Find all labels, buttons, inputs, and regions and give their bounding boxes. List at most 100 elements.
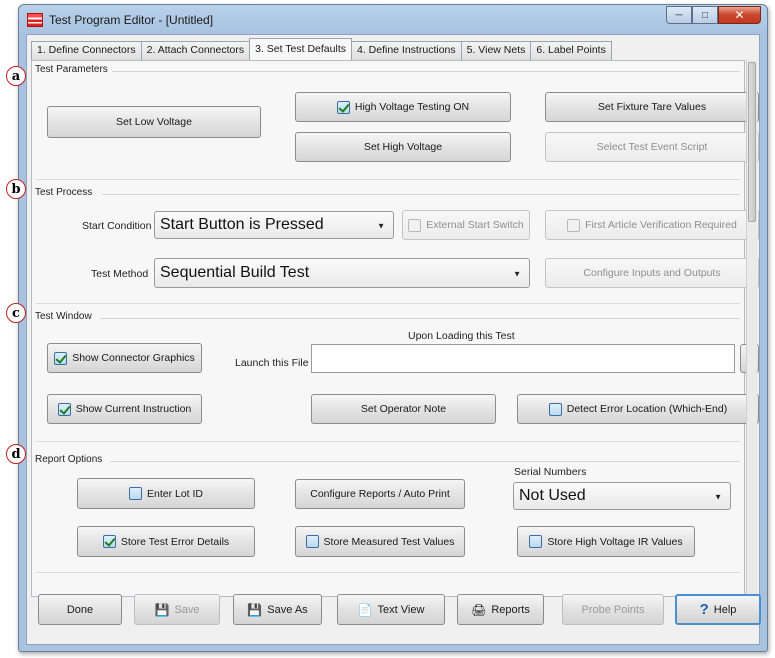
external-start-switch-label: External Start Switch xyxy=(426,219,524,231)
help-icon: ? xyxy=(699,601,709,618)
enter-lot-id-checkbox[interactable] xyxy=(128,487,142,500)
test-method-value: Sequential Build Test xyxy=(160,264,310,281)
tab-strip: 1. Define Connectors 2. Attach Connector… xyxy=(31,38,612,60)
set-test-defaults-panel: Test Parameters Set Low Voltage High Vol… xyxy=(31,60,759,597)
annotation-marker-d: d xyxy=(6,444,26,464)
save-icon: 💾 xyxy=(154,602,170,617)
store-test-error-details-button[interactable]: Store Test Error Details xyxy=(77,526,255,557)
reports-button[interactable]: 🖨 Reports xyxy=(457,594,544,625)
store-measured-test-values-label: Store Measured Test Values xyxy=(323,535,455,548)
start-condition-value: Start Button is Pressed xyxy=(160,216,324,233)
tab-view-nets[interactable]: 5. View Nets xyxy=(460,41,532,60)
start-condition-label: Start Condition xyxy=(82,220,152,232)
client-area: 1. Define Connectors 2. Attach Connector… xyxy=(26,34,760,645)
save-label: Save xyxy=(174,603,200,616)
app-icon xyxy=(27,13,43,27)
help-button[interactable]: ? Help xyxy=(675,594,761,625)
show-current-instruction-checkbox[interactable] xyxy=(57,402,71,416)
set-operator-note-button[interactable]: Set Operator Note xyxy=(311,394,496,424)
report-options-label: Report Options xyxy=(35,454,103,465)
annotation-marker-a: a xyxy=(6,66,26,86)
select-test-event-script-button[interactable]: Select Test Event Script xyxy=(545,132,759,162)
tab-set-test-defaults[interactable]: 3. Set Test Defaults xyxy=(249,38,352,60)
high-voltage-testing-checkbox[interactable] xyxy=(336,100,350,114)
done-button[interactable]: Done xyxy=(38,594,122,625)
group-separator xyxy=(35,572,740,573)
maximize-button[interactable]: □ xyxy=(692,6,718,24)
group-separator xyxy=(35,179,740,180)
maximize-icon: □ xyxy=(701,9,709,21)
store-measured-test-values-checkbox[interactable] xyxy=(305,535,319,548)
store-test-error-details-label: Store Test Error Details xyxy=(120,535,230,548)
show-current-instruction-button[interactable]: Show Current Instruction xyxy=(47,394,202,424)
configure-reports-button[interactable]: Configure Reports / Auto Print xyxy=(295,479,465,509)
test-process-label: Test Process xyxy=(35,187,93,198)
set-fixture-tare-button[interactable]: Set Fixture Tare Values xyxy=(545,92,759,122)
store-hv-ir-values-checkbox[interactable] xyxy=(529,535,543,548)
dropdown-arrow-icon: ▼ xyxy=(377,221,385,231)
text-view-label: Text View xyxy=(377,603,425,616)
tab-attach-connectors[interactable]: 2. Attach Connectors xyxy=(140,41,251,60)
save-as-button[interactable]: 💾 Save As xyxy=(233,594,322,625)
minimize-button[interactable]: ─ xyxy=(666,6,692,24)
enter-lot-id-button[interactable]: Enter Lot ID xyxy=(77,478,255,509)
minimize-icon: ─ xyxy=(675,9,683,21)
store-test-error-details-checkbox[interactable] xyxy=(102,535,116,548)
detect-error-location-checkbox[interactable] xyxy=(548,402,562,416)
detect-error-location-label: Detect Error Location (Which-End) xyxy=(566,403,728,415)
scrollbar-thumb[interactable] xyxy=(748,62,756,222)
app-window: Test Program Editor - [Untitled] ─ □ ✕ 1… xyxy=(18,4,768,652)
annotation-marker-c: c xyxy=(6,303,26,323)
reports-label: Reports xyxy=(491,603,530,616)
save-as-label: Save As xyxy=(267,603,308,616)
configure-inputs-outputs-button[interactable]: Configure Inputs and Outputs xyxy=(545,258,759,288)
launch-file-input[interactable] xyxy=(311,344,735,373)
serial-numbers-select[interactable]: Not Used ▼ xyxy=(513,482,731,510)
printer-icon: 🖨 xyxy=(471,602,487,617)
store-measured-test-values-button[interactable]: Store Measured Test Values xyxy=(295,526,465,557)
high-voltage-testing-label: High Voltage Testing ON xyxy=(354,101,470,113)
vertical-scrollbar[interactable] xyxy=(746,60,757,597)
test-method-select[interactable]: Sequential Build Test ▼ xyxy=(154,258,530,288)
window-controls: ─ □ ✕ xyxy=(666,6,761,24)
window-title: Test Program Editor - [Untitled] xyxy=(49,13,214,27)
high-voltage-testing-button[interactable]: High Voltage Testing ON xyxy=(295,92,511,122)
test-parameters-label: Test Parameters xyxy=(35,64,108,75)
show-connector-graphics-checkbox[interactable] xyxy=(54,351,68,365)
start-condition-select[interactable]: Start Button is Pressed ▼ xyxy=(154,211,394,239)
group-divider xyxy=(112,71,740,72)
external-start-switch-checkbox[interactable] xyxy=(408,218,422,232)
tab-define-instructions[interactable]: 4. Define Instructions xyxy=(350,41,462,60)
set-high-voltage-button[interactable]: Set High Voltage xyxy=(295,132,511,162)
first-article-verification-checkbox[interactable] xyxy=(567,218,581,232)
dropdown-arrow-icon: ▼ xyxy=(513,269,521,279)
text-view-button[interactable]: 📄 Text View xyxy=(337,594,445,625)
tab-define-connectors[interactable]: 1. Define Connectors xyxy=(31,41,142,60)
test-window-label: Test Window xyxy=(35,311,92,322)
show-current-instruction-label: Show Current Instruction xyxy=(75,403,192,415)
group-divider xyxy=(102,194,740,195)
close-icon: ✕ xyxy=(734,8,745,22)
first-article-verification-label: First Article Verification Required xyxy=(585,219,737,231)
show-connector-graphics-button[interactable]: Show Connector Graphics xyxy=(47,343,202,373)
dropdown-arrow-icon: ▼ xyxy=(714,492,722,502)
set-low-voltage-button[interactable]: Set Low Voltage xyxy=(47,106,261,138)
save-button[interactable]: 💾 Save xyxy=(134,594,220,625)
launch-file-label: Launch this File xyxy=(235,357,309,369)
first-article-verification-button[interactable]: First Article Verification Required xyxy=(545,210,759,240)
store-hv-ir-values-button[interactable]: Store High Voltage IR Values xyxy=(517,526,695,557)
serial-numbers-value: Not Used xyxy=(519,487,586,504)
detect-error-location-button[interactable]: Detect Error Location (Which-End) xyxy=(517,394,759,424)
group-divider xyxy=(100,318,740,319)
tab-label-points[interactable]: 6. Label Points xyxy=(530,41,612,60)
test-method-label: Test Method xyxy=(91,268,149,280)
group-separator xyxy=(35,441,740,442)
show-connector-graphics-label: Show Connector Graphics xyxy=(72,352,195,364)
probe-points-button[interactable]: Probe Points xyxy=(562,594,664,625)
title-bar[interactable]: Test Program Editor - [Untitled] ─ □ ✕ xyxy=(19,5,767,35)
group-separator xyxy=(35,303,740,304)
help-label: Help xyxy=(713,603,737,616)
enter-lot-id-label: Enter Lot ID xyxy=(146,487,204,500)
close-button[interactable]: ✕ xyxy=(718,6,761,24)
external-start-switch-button[interactable]: External Start Switch xyxy=(402,210,530,240)
